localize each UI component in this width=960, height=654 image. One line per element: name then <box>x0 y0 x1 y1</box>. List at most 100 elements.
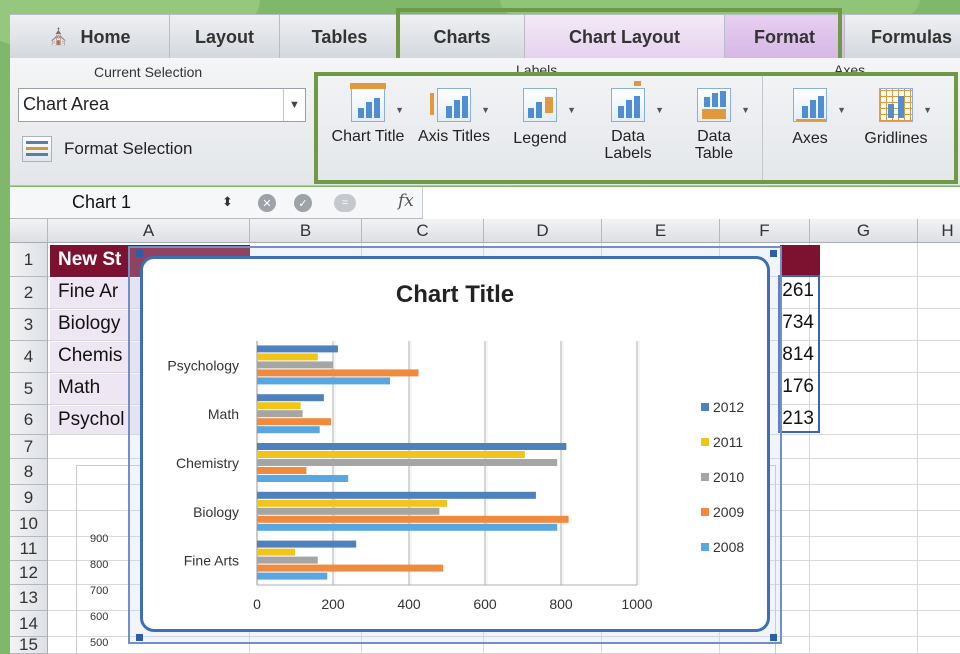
column-header-h[interactable]: H <box>918 219 960 243</box>
legend-label: 2008 <box>713 539 744 555</box>
tab-format[interactable]: Format <box>725 15 845 59</box>
resize-handle[interactable] <box>136 250 143 257</box>
category-label: Math <box>208 406 239 422</box>
row-header-14[interactable]: 14 <box>10 611 48 637</box>
bar <box>257 345 338 353</box>
axes-label: Axes <box>792 130 828 147</box>
current-selection-dropdown[interactable]: Chart Area ▼ <box>18 88 306 122</box>
row-header-5[interactable]: 5 <box>10 373 48 405</box>
category-label: Biology <box>193 504 239 520</box>
row-header-1[interactable]: 1 <box>10 243 48 277</box>
data-table-label: Data Table <box>694 128 734 162</box>
row-header-12[interactable]: 12 <box>10 561 48 585</box>
chevron-down-icon: ▼ <box>567 105 576 115</box>
column-header-c[interactable]: C <box>362 219 484 243</box>
tab-charts-label: Charts <box>433 26 491 47</box>
column-header-a[interactable]: A <box>48 219 250 243</box>
current-selection-title: Current Selection <box>94 64 203 80</box>
column-header-f[interactable]: F <box>720 219 810 243</box>
row-header-10[interactable]: 10 <box>10 511 48 537</box>
axis-titles-button[interactable]: ▼ Axis Titles <box>416 88 492 145</box>
data-labels-label: Data Labels <box>604 128 652 162</box>
formula-input[interactable] <box>422 187 960 219</box>
excel-window: ⛪ Home Layout Tables Charts Chart Layout… <box>0 0 960 654</box>
bar <box>257 410 303 418</box>
column-header-b[interactable]: B <box>250 219 362 243</box>
row-header-15[interactable]: 15 <box>10 635 48 654</box>
fx-label: fx <box>398 191 414 211</box>
row-header-3[interactable]: 3 <box>10 309 48 341</box>
row-header-7[interactable]: 7 <box>10 435 48 459</box>
gridlines-button[interactable]: ▼ Gridlines <box>858 88 934 147</box>
chevron-down-icon: ▼ <box>923 105 932 115</box>
row-header-4[interactable]: 4 <box>10 341 48 373</box>
row-header-11[interactable]: 11 <box>10 537 48 561</box>
tab-tables[interactable]: Tables <box>280 15 400 59</box>
axis-titles-label: Axis Titles <box>417 128 490 145</box>
name-box-stepper-icon[interactable]: ⬍ <box>222 194 233 210</box>
legend-swatch <box>701 508 709 516</box>
tab-formulas[interactable]: Formulas <box>845 15 960 59</box>
formula-bar: Chart 1 ⬍ ✕ ✓ = fx <box>10 187 960 219</box>
tab-layout-label: Layout <box>194 26 254 47</box>
tab-layout[interactable]: Layout <box>170 15 280 59</box>
legend-label: 2011 <box>713 434 743 450</box>
row-header-6[interactable]: 6 <box>10 405 48 435</box>
background-axis-label: 700 <box>90 585 109 597</box>
confirm-icon[interactable]: ✓ <box>294 194 312 212</box>
bar <box>257 369 419 377</box>
name-box-value: Chart 1 <box>72 192 132 212</box>
select-all-corner[interactable] <box>10 219 48 243</box>
chevron-down-icon: ▼ <box>655 105 664 115</box>
bar <box>257 564 444 572</box>
data-labels-icon <box>611 81 645 122</box>
bar <box>257 515 569 523</box>
chart-area[interactable]: Chart Title 0 200 400 600 800 1000 Fine Arts Bi… <box>140 256 770 632</box>
background-axis-label: 600 <box>90 611 109 623</box>
column-header-e[interactable]: E <box>602 219 720 243</box>
x-tick-label: 0 <box>253 596 261 612</box>
row-header-9[interactable]: 9 <box>10 485 48 511</box>
legend-label: Legend <box>513 130 567 147</box>
bar <box>257 499 447 507</box>
data-table-button[interactable]: ▼ Data Table <box>676 88 752 162</box>
resize-handle[interactable] <box>770 634 777 641</box>
chart-title-button[interactable]: ▼ Chart Title <box>330 83 406 145</box>
equals-icon[interactable]: = <box>334 194 356 212</box>
legend-button[interactable]: ▼ Legend <box>502 88 578 147</box>
axes-icon <box>793 88 827 122</box>
column-header-d[interactable]: D <box>484 219 602 243</box>
tab-chart-layout[interactable]: Chart Layout <box>525 15 725 59</box>
row-header-8[interactable]: 8 <box>10 459 48 485</box>
tab-home[interactable]: ⛪ Home <box>10 15 170 59</box>
axes-button[interactable]: ▼ Axes <box>772 88 848 147</box>
x-tick-label: 800 <box>549 596 573 612</box>
bar <box>257 467 307 474</box>
legend-label: 2010 <box>713 469 744 485</box>
data-range-highlight <box>778 275 820 433</box>
tab-home-label: Home <box>80 26 131 47</box>
row-header-2[interactable]: 2 <box>10 277 48 309</box>
bar <box>257 540 357 548</box>
data-labels-button[interactable]: ▼ Data Labels <box>590 81 666 162</box>
current-selection-value: Chart Area <box>23 94 110 114</box>
resize-handle[interactable] <box>136 634 143 641</box>
tab-charts[interactable]: Charts <box>400 15 525 59</box>
row-header-13[interactable]: 13 <box>10 585 48 611</box>
grid-line <box>917 243 918 654</box>
chevron-down-icon: ▼ <box>395 105 404 115</box>
bar <box>257 377 390 385</box>
chart-title-icon <box>350 83 386 122</box>
fx-icon[interactable]: fx <box>398 191 414 211</box>
cell-f1[interactable] <box>780 245 820 277</box>
column-header-g[interactable]: G <box>810 219 918 243</box>
data-table-icon <box>697 88 731 122</box>
bar <box>257 394 324 402</box>
bar <box>257 451 525 458</box>
category-label: Chemistry <box>176 455 239 471</box>
resize-handle[interactable] <box>770 250 777 257</box>
cancel-icon[interactable]: ✕ <box>258 194 276 212</box>
format-selection-button[interactable]: Format Selection <box>22 136 193 162</box>
bar <box>257 548 295 556</box>
background-axis-label: 500 <box>90 637 109 649</box>
